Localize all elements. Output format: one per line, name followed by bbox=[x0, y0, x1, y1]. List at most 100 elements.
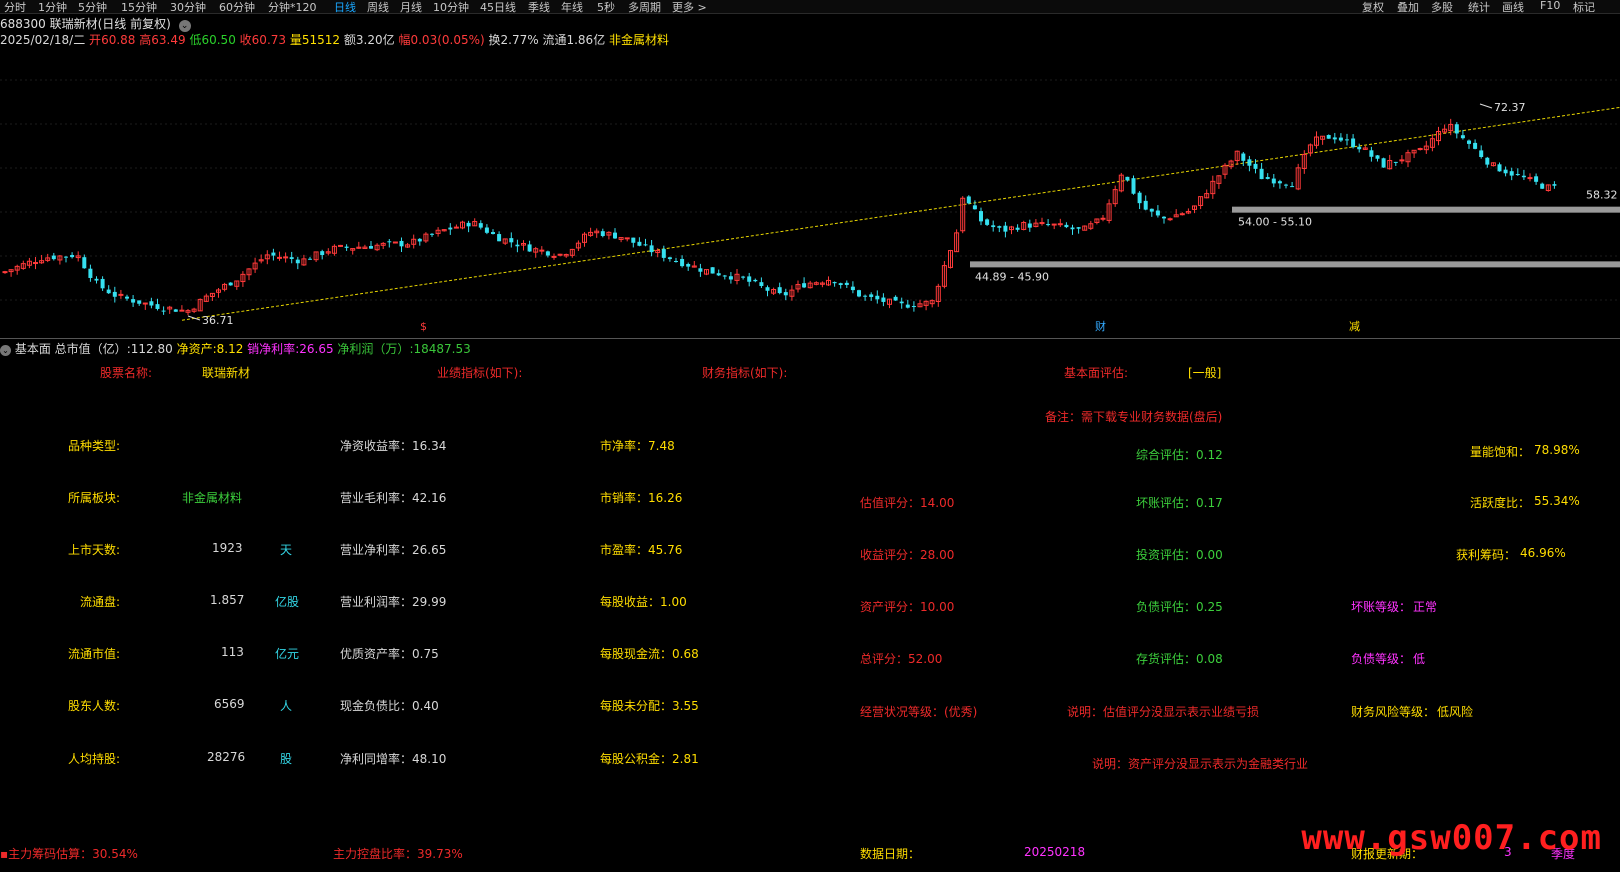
period-tab-monthly[interactable]: 月线 bbox=[400, 0, 422, 15]
col1-label-2: 上市天数: bbox=[68, 543, 121, 557]
f10-button[interactable]: F10 bbox=[1540, 0, 1560, 12]
candle-body-down bbox=[149, 301, 154, 306]
candle-body-down bbox=[899, 301, 904, 304]
period-tab-fenshi[interactable]: 分时 bbox=[4, 0, 26, 15]
candle-body-down bbox=[905, 304, 910, 308]
candle-body-down bbox=[387, 241, 392, 243]
col6-more-label-1: 负债等级： bbox=[1351, 652, 1412, 666]
fuquan-button[interactable]: 复权 bbox=[1362, 0, 1384, 15]
period-tab-daily[interactable]: 日线 bbox=[334, 0, 356, 15]
col1-unit-3: 亿股 bbox=[275, 595, 300, 609]
period-tab-multi[interactable]: 多周期 bbox=[628, 0, 661, 15]
fund-netasset: 8.12 bbox=[216, 342, 244, 356]
stats-button[interactable]: 统计 bbox=[1468, 0, 1490, 15]
candle-body-down bbox=[777, 287, 782, 294]
zone-upper-bar bbox=[1232, 206, 1620, 213]
candle-body-down bbox=[893, 296, 898, 301]
candle-body-down bbox=[966, 196, 971, 204]
candle-body-up bbox=[277, 256, 282, 259]
candle-body-down bbox=[674, 261, 678, 263]
candle-body-down bbox=[972, 205, 977, 210]
chip-label: 主力筹码估算： bbox=[8, 847, 93, 861]
period-tab-15min[interactable]: 15分钟 bbox=[121, 0, 157, 15]
candle-body-down bbox=[1357, 146, 1362, 150]
col1-value-4: 113 bbox=[221, 645, 244, 659]
period-toolbar: 分时 1分钟 5分钟 15分钟 30分钟 60分钟 分钟*120 日线 周线 月… bbox=[0, 0, 1620, 14]
period-tab-45day[interactable]: 45日线 bbox=[480, 0, 516, 15]
candle-body-up bbox=[118, 293, 124, 296]
candle-body-up bbox=[1167, 218, 1173, 221]
col6-value-1: 55.34% bbox=[1534, 494, 1580, 508]
candle-body-down bbox=[125, 296, 129, 299]
candle-body-down bbox=[667, 257, 672, 260]
readout-turnover: 换2.77% bbox=[488, 33, 539, 47]
col4-row-1: 收益评分：28.00 bbox=[860, 548, 955, 562]
draw-line-button[interactable]: 画线 bbox=[1502, 0, 1524, 15]
period-tab-60min[interactable]: 60分钟 bbox=[219, 0, 255, 15]
col1-label-4: 流通市值: bbox=[68, 647, 121, 661]
col6-label-0: 量能饱和： bbox=[1470, 445, 1531, 459]
col6-value-0: 78.98% bbox=[1534, 443, 1580, 457]
chip-value: 30.54% bbox=[92, 847, 138, 861]
candle-body-down bbox=[1534, 176, 1539, 182]
col2-row-1: 营业毛利率：42.16 bbox=[340, 491, 447, 505]
candle-body-down bbox=[1253, 163, 1258, 169]
candle-body-down bbox=[1338, 137, 1343, 141]
period-tab-more[interactable]: 更多 > bbox=[672, 0, 707, 15]
candle-body-down bbox=[979, 211, 983, 222]
multi-stock-button[interactable]: 多股 bbox=[1431, 0, 1453, 15]
candle-body-down bbox=[161, 310, 166, 312]
candle-body-down bbox=[1015, 227, 1020, 230]
period-tab-5sec[interactable]: 5秒 bbox=[597, 0, 615, 15]
period-tab-30min[interactable]: 30分钟 bbox=[170, 0, 206, 15]
candle-body-up bbox=[453, 226, 459, 229]
period-tab-1min[interactable]: 1分钟 bbox=[38, 0, 67, 15]
candle-body-down bbox=[1479, 150, 1484, 157]
period-tab-quarterly[interactable]: 季线 bbox=[528, 0, 550, 15]
readout-volume: 51512 bbox=[301, 33, 341, 47]
col3-row-0: 市净率：7.48 bbox=[600, 439, 675, 453]
fund-netprofit: 18487.53 bbox=[413, 342, 471, 356]
period-tab-yearly[interactable]: 年线 bbox=[561, 0, 583, 15]
readout-high-label: 高 bbox=[139, 33, 152, 47]
collapse-chevron-icon[interactable]: ⌄ bbox=[0, 345, 11, 356]
period-tab-10min[interactable]: 10分钟 bbox=[433, 0, 469, 15]
candle-body-down bbox=[64, 256, 68, 258]
overlay-button[interactable]: 叠加 bbox=[1397, 0, 1419, 15]
col5-note-2: 说明：资产评分没显示表示为金融类行业 bbox=[1092, 757, 1309, 771]
control-label: 主力控盘比率： bbox=[333, 847, 418, 861]
pane-divider[interactable] bbox=[0, 338, 1620, 339]
candle-body-down bbox=[417, 238, 422, 242]
mark-button[interactable]: 标记 bbox=[1573, 0, 1595, 15]
col5-row-4: 存货评估：0.08 bbox=[1136, 652, 1223, 666]
fund-netmargin-label: 销净利率 bbox=[247, 342, 296, 356]
candle-body-down bbox=[1155, 210, 1160, 216]
candle-body-down bbox=[716, 273, 721, 276]
candle-body-down bbox=[1381, 158, 1386, 168]
period-tab-120min[interactable]: 分钟*120 bbox=[268, 0, 317, 15]
col1-label-1: 所属板块: bbox=[68, 491, 121, 505]
candle-body-down bbox=[82, 257, 87, 269]
candle-body-down bbox=[271, 252, 276, 256]
col1-unit-4: 亿元 bbox=[275, 647, 300, 661]
candle-body-down bbox=[1393, 161, 1398, 163]
candle-body-down bbox=[1460, 135, 1465, 139]
col1-unit-6: 股 bbox=[280, 752, 293, 766]
candlestick-chart[interactable]: 36.71 72.37 58.32 54.00 - 55.10 44.89 - 45.9… bbox=[0, 56, 1620, 338]
candle-body-down bbox=[1125, 176, 1130, 181]
col5-row-1: 坏账评估：0.17 bbox=[1136, 496, 1223, 510]
readout-volume-label: 量 bbox=[289, 33, 302, 47]
period-tab-weekly[interactable]: 周线 bbox=[367, 0, 389, 15]
candle-body-up bbox=[539, 249, 545, 252]
readout-change-label: 幅 bbox=[398, 33, 411, 47]
candle-body-down bbox=[70, 254, 75, 258]
period-tab-5min[interactable]: 5分钟 bbox=[78, 0, 107, 15]
readout-open-label: 开 bbox=[89, 33, 102, 47]
candle-body-down bbox=[765, 287, 770, 291]
col5-row-3: 负债评估：0.25 bbox=[1136, 600, 1223, 614]
candle-body-down bbox=[430, 233, 434, 235]
candle-body-down bbox=[1332, 137, 1337, 140]
candle-body-down bbox=[661, 249, 666, 258]
candle-body-down bbox=[131, 299, 136, 303]
candle-body-down bbox=[991, 225, 996, 228]
